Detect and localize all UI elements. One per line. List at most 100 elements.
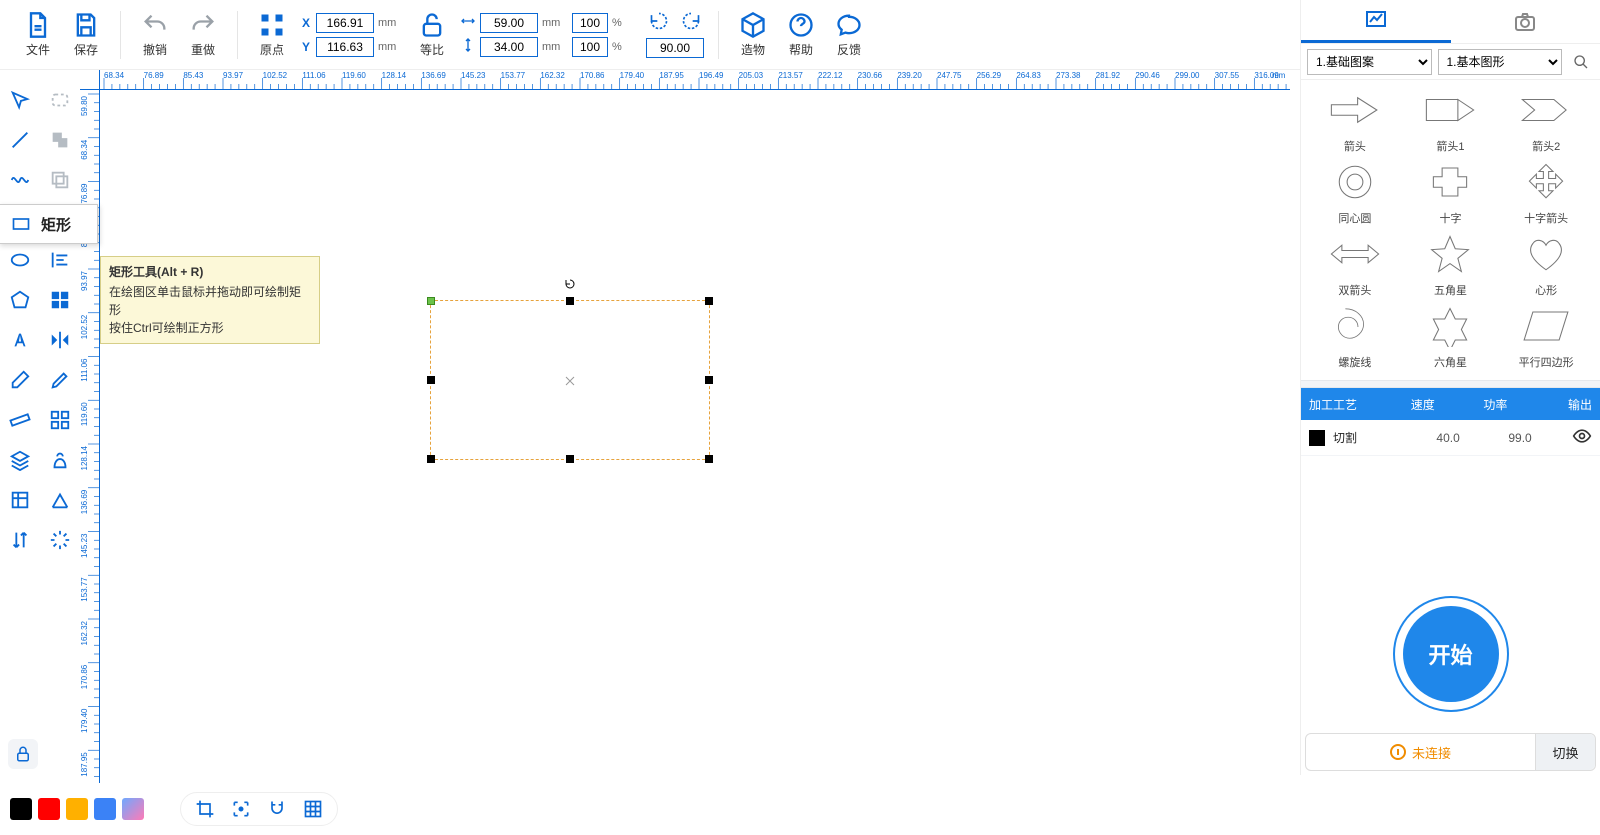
chart-icon xyxy=(1364,8,1388,32)
rotate-handle[interactable] xyxy=(564,277,576,289)
connection-status[interactable]: 未连接 xyxy=(1306,743,1535,762)
selection-rect[interactable] xyxy=(430,300,710,460)
color-swatch[interactable] xyxy=(94,798,116,820)
weight-icon[interactable] xyxy=(40,440,80,480)
save-button[interactable]: 保存 xyxy=(66,5,106,65)
file-button[interactable]: 文件 xyxy=(18,5,58,65)
rect-icon xyxy=(11,214,31,234)
file-icon xyxy=(24,11,52,39)
svg-text:187.95: 187.95 xyxy=(659,71,684,80)
origin-button[interactable]: 原点 xyxy=(252,5,292,65)
parallelogram-icon xyxy=(1510,302,1582,350)
rotate-ccw-icon[interactable] xyxy=(649,11,669,34)
layers-tool[interactable] xyxy=(0,440,40,480)
cat1-select[interactable]: 1.基础图案 xyxy=(1307,49,1432,75)
shape-arrow2[interactable]: 箭头2 xyxy=(1500,86,1592,154)
select-tool[interactable] xyxy=(0,80,40,120)
magnet-icon[interactable] xyxy=(265,797,289,821)
laser-color-swatch xyxy=(1309,430,1325,446)
w-input[interactable] xyxy=(480,13,538,33)
ruler-tool[interactable] xyxy=(0,400,40,440)
curve-tool[interactable] xyxy=(0,160,40,200)
shape-spiral[interactable]: 螺旋线 xyxy=(1309,302,1401,370)
color-swatch[interactable] xyxy=(122,798,144,820)
shape-arrow[interactable]: 箭头 xyxy=(1309,86,1401,154)
handle-tl[interactable] xyxy=(427,297,435,305)
shape-double-arrow[interactable]: 双箭头 xyxy=(1309,230,1401,298)
line-tool[interactable] xyxy=(0,120,40,160)
edit-path-icon[interactable] xyxy=(40,360,80,400)
focus-icon[interactable] xyxy=(229,797,253,821)
rotate-cw-icon[interactable] xyxy=(681,11,701,34)
shape-heart[interactable]: 心形 xyxy=(1500,230,1592,298)
laser-row[interactable]: 切割 40.0 99.0 xyxy=(1301,420,1600,456)
redo-icon xyxy=(189,11,217,39)
eye-icon[interactable] xyxy=(1556,426,1592,449)
lock-button[interactable] xyxy=(8,739,38,769)
polygon-tool[interactable] xyxy=(0,280,40,320)
handle-ml[interactable] xyxy=(427,376,435,384)
bottom-tool-group xyxy=(180,792,338,826)
shape-arrow1[interactable]: 箭头1 xyxy=(1405,86,1497,154)
text-tool[interactable] xyxy=(0,320,40,360)
ratio-button[interactable]: 等比 xyxy=(412,5,452,65)
spark-icon[interactable] xyxy=(40,520,80,560)
angle-input[interactable] xyxy=(646,38,704,58)
y-input[interactable] xyxy=(316,37,374,57)
handle-bm[interactable] xyxy=(566,455,574,463)
cube-icon xyxy=(739,11,767,39)
start-button[interactable]: 开始 xyxy=(1403,606,1499,702)
sort-tool[interactable] xyxy=(0,520,40,560)
dashed-rect-icon[interactable] xyxy=(40,80,80,120)
svg-text:59.80: 59.80 xyxy=(80,95,89,116)
union-icon[interactable] xyxy=(40,120,80,160)
h-pct-input[interactable] xyxy=(572,37,608,57)
handle-tm[interactable] xyxy=(566,297,574,305)
undo-button[interactable]: 撤销 xyxy=(135,5,175,65)
shape-cross-arrow[interactable]: 十字箭头 xyxy=(1500,158,1592,226)
go-wrap: 开始 xyxy=(1301,589,1600,719)
handle-mr[interactable] xyxy=(705,376,713,384)
svg-text:145.23: 145.23 xyxy=(80,533,89,558)
width-icon xyxy=(460,13,476,32)
shape-parallelogram[interactable]: 平行四边形 xyxy=(1500,302,1592,370)
align-icon[interactable] xyxy=(40,240,80,280)
handle-bl[interactable] xyxy=(427,455,435,463)
handle-tr[interactable] xyxy=(705,297,713,305)
shape-donut[interactable]: 同心圆 xyxy=(1309,158,1401,226)
quad-icon[interactable] xyxy=(40,280,80,320)
rect-tool-active[interactable]: 矩形 xyxy=(0,204,98,244)
shape-cross[interactable]: 十字 xyxy=(1405,158,1497,226)
cat2-select[interactable]: 1.基本图形 xyxy=(1438,49,1563,75)
vector-icon[interactable] xyxy=(40,480,80,520)
canvas[interactable]: 矩形工具(Alt + R) 在绘图区单击鼠标并拖动即可绘制矩形 按住Ctrl可绘… xyxy=(100,90,1290,775)
erase-tool[interactable] xyxy=(0,360,40,400)
xy-coords: Xmm Ymm xyxy=(300,5,404,65)
redo-button[interactable]: 重做 xyxy=(183,5,223,65)
shape-search[interactable] xyxy=(1568,49,1594,75)
build-button[interactable]: 造物 xyxy=(733,5,773,65)
handle-br[interactable] xyxy=(705,455,713,463)
help-button[interactable]: 帮助 xyxy=(781,5,821,65)
crop-icon[interactable] xyxy=(193,797,217,821)
copy-icon[interactable] xyxy=(40,160,80,200)
shape-star5[interactable]: 五角星 xyxy=(1405,230,1497,298)
w-pct-input[interactable] xyxy=(572,13,608,33)
feedback-button[interactable]: 反馈 xyxy=(829,5,869,65)
grid-array-icon[interactable] xyxy=(40,400,80,440)
tab-camera[interactable] xyxy=(1451,0,1600,43)
svg-text:111.06: 111.06 xyxy=(302,71,326,80)
array-tool[interactable] xyxy=(0,480,40,520)
table-icon[interactable] xyxy=(301,797,325,821)
color-swatches xyxy=(10,798,144,820)
ellipse-tool[interactable] xyxy=(0,240,40,280)
color-swatch[interactable] xyxy=(38,798,60,820)
tab-chart[interactable] xyxy=(1301,0,1451,43)
h-input[interactable] xyxy=(480,37,538,57)
x-input[interactable] xyxy=(316,13,374,33)
shape-star6[interactable]: 六角星 xyxy=(1405,302,1497,370)
color-swatch[interactable] xyxy=(66,798,88,820)
mirror-icon[interactable] xyxy=(40,320,80,360)
color-swatch[interactable] xyxy=(10,798,32,820)
switch-button[interactable]: 切换 xyxy=(1535,734,1595,770)
